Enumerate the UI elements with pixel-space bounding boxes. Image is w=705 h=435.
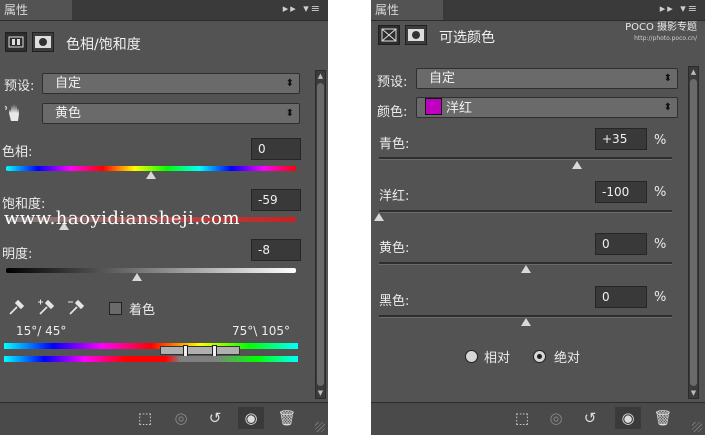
color-label: 颜色: bbox=[377, 105, 408, 120]
dropdown-arrows-icon: ⬍ bbox=[285, 78, 294, 89]
hue-input[interactable]: 0 bbox=[251, 138, 301, 160]
selective-color-properties-panel: 属性 ▸▸ ▾≡ 可选颜色 POCO 摄影专题 http://photo.poc… bbox=[371, 0, 705, 435]
preset-value: 自定 bbox=[55, 76, 82, 91]
relative-radio[interactable] bbox=[465, 350, 478, 363]
panel-menu-icon[interactable]: ▸▸ ▾≡ bbox=[660, 2, 699, 15]
panel-footer: ⬚ ◎ ↺ ◉ 🗑 bbox=[371, 402, 705, 435]
scroll-down-icon[interactable]: ▼ bbox=[316, 388, 325, 398]
cyan-label: 青色: bbox=[379, 137, 410, 152]
black-percent-label: % bbox=[654, 290, 667, 305]
saturation-input[interactable]: -59 bbox=[251, 189, 301, 211]
lightness-slider-track[interactable] bbox=[6, 268, 296, 273]
preset-dropdown[interactable]: 自定 ⬍ bbox=[416, 68, 678, 89]
black-input[interactable]: 0 bbox=[595, 286, 647, 308]
color-range-selector[interactable] bbox=[160, 346, 240, 355]
panel-menu-icon[interactable]: ▸▸ ▾≡ bbox=[283, 2, 322, 15]
color-dropdown[interactable]: 洋红 ⬍ bbox=[416, 97, 678, 118]
source-color-bar bbox=[4, 343, 298, 349]
magenta-slider-thumb[interactable] bbox=[374, 213, 384, 221]
result-color-bar bbox=[4, 356, 298, 362]
channel-value: 黄色 bbox=[55, 106, 82, 121]
cyan-input[interactable]: +35 bbox=[595, 128, 647, 150]
trash-icon[interactable]: 🗑 bbox=[274, 407, 300, 429]
cyan-slider-thumb[interactable] bbox=[571, 161, 582, 169]
hue-label: 色相: bbox=[2, 145, 33, 160]
resize-grip-icon[interactable] bbox=[692, 422, 702, 432]
yellow-slider-thumb[interactable] bbox=[520, 265, 531, 273]
dropdown-arrows-icon: ⬍ bbox=[663, 102, 672, 113]
scroll-up-icon[interactable]: ▲ bbox=[689, 67, 698, 77]
radio-selected-dot bbox=[537, 354, 542, 359]
hue-slider-thumb[interactable] bbox=[146, 171, 156, 179]
magenta-percent-label: % bbox=[654, 185, 667, 200]
preset-label: 预设: bbox=[377, 75, 408, 90]
clip-to-layer-icon[interactable]: ⬚ bbox=[509, 407, 535, 429]
preset-label: 预设: bbox=[4, 79, 35, 94]
yellow-label: 黄色: bbox=[379, 241, 410, 256]
preset-value: 自定 bbox=[429, 71, 456, 86]
visibility-icon[interactable]: ◉ bbox=[238, 407, 264, 429]
magenta-input[interactable]: -100 bbox=[595, 181, 647, 203]
resize-grip-icon[interactable] bbox=[315, 422, 325, 432]
tab-properties[interactable]: 属性 bbox=[0, 0, 72, 20]
poco-logo-url: http://photo.poco.cn/ bbox=[634, 35, 697, 42]
scroll-down-icon[interactable]: ▼ bbox=[689, 388, 698, 398]
lightness-input[interactable]: -8 bbox=[251, 239, 301, 261]
reset-icon[interactable]: ↺ bbox=[202, 407, 228, 429]
lightness-label: 明度: bbox=[2, 247, 33, 262]
panel-footer: ⬚ ◎ ↺ ◉ 🗑 bbox=[0, 402, 328, 435]
eyedropper-icon[interactable] bbox=[6, 297, 26, 317]
eyedropper-add-icon[interactable] bbox=[36, 297, 56, 317]
range-right-degrees: 75°\ 105° bbox=[232, 324, 291, 338]
clip-to-layer-icon[interactable]: ⬚ bbox=[132, 407, 158, 429]
panel-title: 可选颜色 bbox=[439, 30, 495, 46]
adjustment-layer-icon[interactable] bbox=[378, 25, 400, 45]
dropdown-arrows-icon: ⬍ bbox=[285, 108, 294, 119]
hue-saturation-properties-panel: 属性 ▸▸ ▾≡ 色相/饱和度 预设: 自定 ⬍ 黄色 ⬍ 色相: 0 饱和度:… bbox=[0, 0, 328, 435]
absolute-radio[interactable] bbox=[533, 350, 546, 363]
target-adjustment-hand-icon[interactable] bbox=[4, 101, 26, 123]
channel-dropdown[interactable]: 黄色 ⬍ bbox=[42, 103, 300, 124]
poco-logo: POCO 摄影专题 http://photo.poco.cn/ bbox=[625, 22, 697, 44]
eye-preview-icon[interactable]: ◎ bbox=[168, 407, 194, 429]
tab-properties[interactable]: 属性 bbox=[371, 0, 443, 20]
range-left-degrees: 15°/ 45° bbox=[16, 324, 67, 338]
adjustment-layer-icon[interactable] bbox=[5, 32, 27, 52]
dropdown-arrows-icon: ⬍ bbox=[663, 73, 672, 84]
scrollbar-thumb[interactable] bbox=[690, 79, 697, 386]
scroll-up-icon[interactable]: ▲ bbox=[316, 71, 325, 81]
color-swatch bbox=[425, 98, 442, 115]
tab-bar: 属性 ▸▸ ▾≡ bbox=[0, 0, 328, 21]
reset-icon[interactable]: ↺ bbox=[577, 407, 603, 429]
colorize-checkbox[interactable] bbox=[109, 302, 122, 315]
scrollbar[interactable]: ▲ ▼ bbox=[315, 70, 326, 399]
color-value: 洋红 bbox=[446, 101, 473, 116]
layer-mask-icon[interactable] bbox=[405, 25, 427, 45]
magenta-slider-track[interactable] bbox=[379, 210, 672, 213]
cyan-slider-track[interactable] bbox=[379, 157, 672, 160]
scrollbar-thumb[interactable] bbox=[317, 83, 324, 386]
yellow-percent-label: % bbox=[654, 237, 667, 252]
lightness-slider-thumb[interactable] bbox=[131, 273, 142, 281]
preset-dropdown[interactable]: 自定 ⬍ bbox=[42, 73, 300, 94]
magenta-label: 洋红: bbox=[379, 189, 410, 204]
black-slider-thumb[interactable] bbox=[520, 318, 531, 326]
visibility-icon[interactable]: ◉ bbox=[615, 407, 641, 429]
scrollbar[interactable]: ▲ ▼ bbox=[688, 66, 699, 399]
eye-preview-icon[interactable]: ◎ bbox=[543, 407, 569, 429]
eyedropper-subtract-icon[interactable] bbox=[66, 297, 86, 317]
relative-label: 相对 bbox=[484, 351, 511, 366]
poco-logo-text: POCO 摄影专题 bbox=[625, 22, 697, 33]
trash-icon[interactable]: 🗑 bbox=[650, 407, 676, 429]
layer-mask-icon[interactable] bbox=[32, 32, 54, 52]
absolute-label: 绝对 bbox=[554, 351, 581, 366]
cyan-percent-label: % bbox=[654, 133, 667, 148]
watermark-text: www.haoyidiansheji.com bbox=[4, 208, 241, 229]
yellow-input[interactable]: 0 bbox=[595, 233, 647, 255]
panel-title: 色相/饱和度 bbox=[66, 37, 141, 53]
colorize-label: 着色 bbox=[129, 303, 156, 318]
black-label: 黑色: bbox=[379, 294, 410, 309]
tab-bar: 属性 ▸▸ ▾≡ bbox=[371, 0, 705, 21]
